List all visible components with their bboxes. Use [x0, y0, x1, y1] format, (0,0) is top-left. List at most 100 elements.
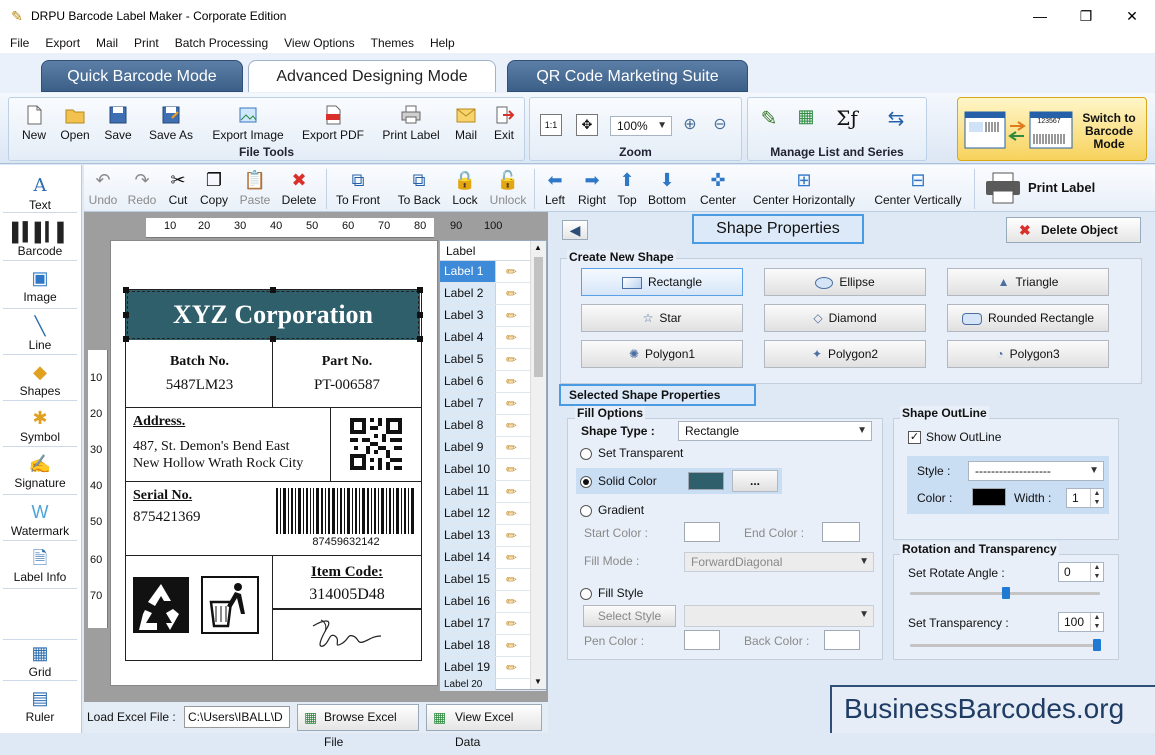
- print-label-button[interactable]: Print Label: [982, 169, 1102, 207]
- paste-button[interactable]: 📋 Paste: [238, 169, 272, 207]
- ellipse-shape-button[interactable]: Ellipse: [764, 268, 926, 296]
- outline-width-stepper[interactable]: 1 ▲ ▼: [1066, 488, 1104, 508]
- signature-tool[interactable]: ✍ Signature: [3, 451, 77, 495]
- series-button[interactable]: ⇆: [882, 106, 910, 131]
- outline-color-swatch[interactable]: [972, 488, 1006, 506]
- recycle-icon[interactable]: [132, 576, 190, 634]
- actual-size-button[interactable]: 1:1: [540, 114, 562, 136]
- export-pdf-button[interactable]: Export PDF: [299, 104, 367, 142]
- save-button[interactable]: Save: [101, 104, 135, 142]
- lock-button[interactable]: 🔒 Lock: [450, 169, 480, 207]
- align-right-button[interactable]: ➡ Right: [576, 169, 608, 207]
- zoom-select[interactable]: 100% ▼: [610, 116, 672, 136]
- start-color-swatch[interactable]: [684, 522, 720, 542]
- transparency-slider[interactable]: [910, 644, 1100, 647]
- stepper-arrows-icon[interactable]: ▲ ▼: [1090, 563, 1103, 581]
- pen-color-swatch[interactable]: [684, 630, 720, 650]
- pencil-icon[interactable]: ✏: [506, 286, 517, 302]
- pencil-icon[interactable]: ✏: [506, 572, 517, 588]
- transparency-slider-thumb[interactable]: [1093, 639, 1101, 651]
- star-shape-button[interactable]: ☆ Star: [581, 304, 743, 332]
- text-tool[interactable]: A Text: [3, 173, 77, 213]
- select-style-button[interactable]: Select Style: [583, 605, 676, 627]
- fill-mode-select[interactable]: ForwardDiagonal ▼: [684, 552, 874, 572]
- menu-file[interactable]: File: [4, 36, 35, 50]
- triangle-shape-button[interactable]: ▲ Triangle: [947, 268, 1109, 296]
- symbol-tool[interactable]: ✱ Symbol: [3, 405, 77, 447]
- menu-export[interactable]: Export: [39, 36, 86, 50]
- maximize-button[interactable]: ❐: [1063, 0, 1109, 32]
- zoom-in-button[interactable]: ⊕: [680, 114, 700, 134]
- tab-advanced-designing-mode[interactable]: Advanced Designing Mode: [248, 60, 496, 92]
- back-color-swatch[interactable]: [824, 630, 860, 650]
- mail-button[interactable]: Mail: [451, 104, 481, 142]
- pencil-icon[interactable]: ✏: [506, 308, 517, 324]
- line-tool[interactable]: ╲ Line: [3, 313, 77, 355]
- selection-handle[interactable]: [417, 312, 423, 318]
- scroll-thumb[interactable]: [534, 257, 543, 377]
- scroll-down-icon[interactable]: ▼: [534, 677, 542, 686]
- pencil-icon[interactable]: ✏: [506, 660, 517, 676]
- excel-export-button[interactable]: ▦: [792, 106, 820, 127]
- menu-batch-processing[interactable]: Batch Processing: [169, 36, 274, 50]
- pencil-icon[interactable]: ✏: [506, 374, 517, 390]
- cut-button[interactable]: ✂ Cut: [166, 169, 190, 207]
- qr-code-image[interactable]: [350, 418, 402, 470]
- redo-button[interactable]: ↷ Redo: [126, 169, 158, 207]
- show-outline-checkbox[interactable]: ✓ Show OutLine: [908, 430, 1001, 445]
- pencil-icon[interactable]: ✏: [506, 638, 517, 654]
- to-back-button[interactable]: ⧉ To Back: [394, 169, 444, 207]
- watermark-tool[interactable]: W Watermark: [3, 499, 77, 541]
- polygon3-shape-button[interactable]: ◔ Polygon3: [947, 340, 1109, 368]
- rounded-rectangle-shape-button[interactable]: Rounded Rectangle: [947, 304, 1109, 332]
- unlock-button[interactable]: 🔓 Unlock: [488, 169, 528, 207]
- zoom-out-button[interactable]: ⊖: [710, 114, 730, 134]
- excel-path-input[interactable]: C:\Users\IBALL\D: [184, 706, 290, 728]
- company-header-shape[interactable]: XYZ Corporation: [126, 290, 420, 340]
- manage-list-button[interactable]: ✎: [756, 106, 782, 131]
- shapes-tool[interactable]: ◆ Shapes: [3, 359, 77, 401]
- fill-style-radio[interactable]: Fill Style: [580, 586, 643, 600]
- to-front-button[interactable]: ⧉ To Front: [334, 169, 382, 207]
- align-bottom-button[interactable]: ⬇ Bottom: [646, 169, 688, 207]
- label-design[interactable]: XYZ Corporation Batch No. 5487LM23 Part …: [123, 287, 423, 661]
- grid-tool[interactable]: ▦ Grid: [3, 639, 77, 681]
- stepper-arrows-icon[interactable]: ▲ ▼: [1090, 613, 1103, 631]
- diamond-shape-button[interactable]: ◇ Diamond: [764, 304, 926, 332]
- gradient-radio[interactable]: Gradient: [580, 503, 644, 517]
- copy-button[interactable]: ❐ Copy: [198, 169, 230, 207]
- pencil-icon[interactable]: ✏: [506, 506, 517, 522]
- solid-color-radio[interactable]: Solid Color: [580, 474, 657, 488]
- label-info-tool[interactable]: 🗎 Label Info: [3, 545, 77, 589]
- image-tool[interactable]: ▣ Image: [3, 265, 77, 309]
- label-list-scrollbar[interactable]: ▲ ▼: [530, 241, 546, 689]
- rotate-slider-thumb[interactable]: [1002, 587, 1010, 599]
- set-transparent-radio[interactable]: Set Transparent: [580, 446, 683, 460]
- ruler-tool[interactable]: ▤ Ruler: [3, 685, 77, 727]
- trash-bin-icon[interactable]: [201, 576, 259, 634]
- pencil-icon[interactable]: ✏: [506, 484, 517, 500]
- tab-qr-code-marketing-suite[interactable]: QR Code Marketing Suite: [507, 60, 748, 92]
- polygon1-shape-button[interactable]: ✺ Polygon1: [581, 340, 743, 368]
- undo-button[interactable]: ↶ Undo: [88, 169, 118, 207]
- transparency-stepper[interactable]: 100 ▲ ▼: [1058, 612, 1104, 632]
- center-vertically-button[interactable]: ⊟ Center Vertically: [870, 169, 966, 207]
- delete-button[interactable]: ✖ Delete: [280, 169, 318, 207]
- pencil-icon[interactable]: ✏: [506, 330, 517, 346]
- selection-handle[interactable]: [123, 287, 129, 293]
- save-as-button[interactable]: Save As: [145, 104, 197, 142]
- solid-color-swatch[interactable]: [688, 472, 724, 490]
- pencil-icon[interactable]: ✏: [506, 528, 517, 544]
- close-button[interactable]: ✕: [1109, 0, 1155, 32]
- formula-button[interactable]: Σƒ: [832, 106, 862, 130]
- menu-themes[interactable]: Themes: [365, 36, 420, 50]
- shape-type-select[interactable]: Rectangle ▼: [678, 421, 872, 441]
- pencil-icon[interactable]: ✏: [506, 264, 517, 280]
- menu-view-options[interactable]: View Options: [278, 36, 360, 50]
- view-excel-button[interactable]: ▦ View Excel Data: [426, 704, 542, 749]
- pencil-icon[interactable]: ✏: [506, 594, 517, 610]
- pencil-icon[interactable]: ✏: [506, 396, 517, 412]
- pencil-icon[interactable]: ✏: [506, 352, 517, 368]
- solid-color-browse-button[interactable]: ...: [732, 470, 778, 492]
- menu-mail[interactable]: Mail: [90, 36, 124, 50]
